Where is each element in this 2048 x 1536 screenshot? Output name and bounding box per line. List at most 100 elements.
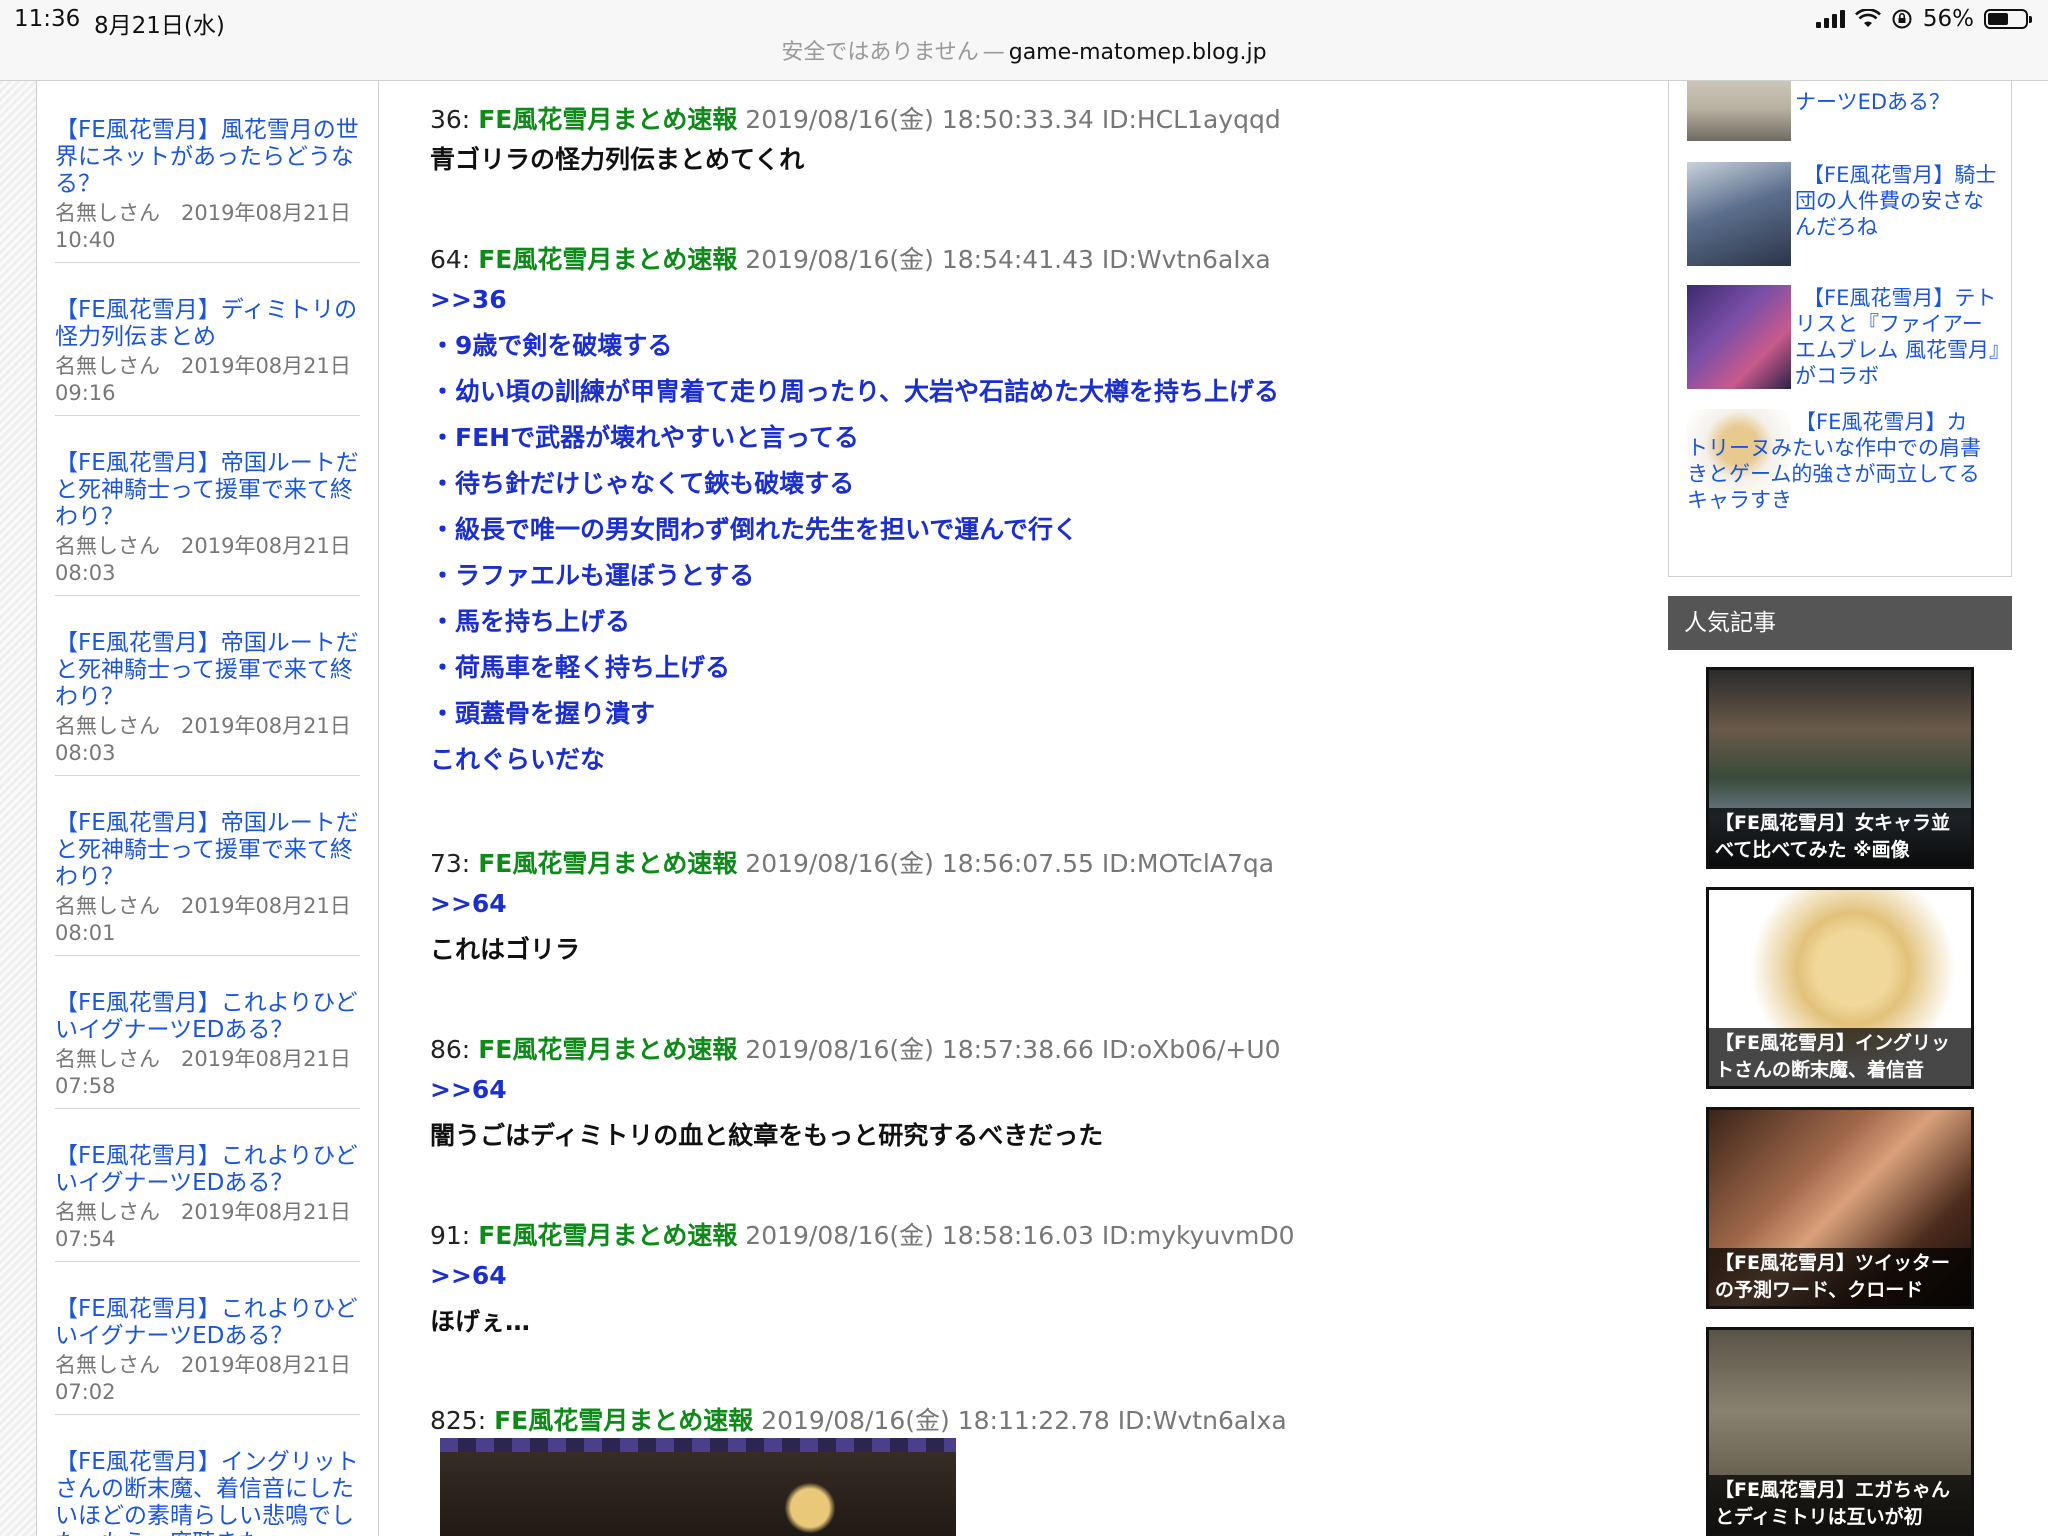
- recent-article-link[interactable]: 【FE風花雪月】テトリスと『ファイアーエムブレム 風花雪月』がコラボ: [1795, 285, 2001, 389]
- poster-name: FE風花雪月まとめ速報: [478, 1221, 738, 1250]
- battery-fill: [1988, 13, 2008, 25]
- insecure-warning: 安全ではありません: [781, 40, 979, 65]
- post-text-line: ・馬を持ち上げる: [430, 607, 631, 636]
- post-image[interactable]: [440, 1438, 956, 1536]
- sidebar-article[interactable]: 【FE風花雪月】これよりひどいイグナーツEDある？ 名無しさん 2019年08月2…: [55, 1109, 360, 1262]
- sidebar-article[interactable]: 【FE風花雪月】ディミトリの怪力列伝まとめ 名無しさん 2019年08月21日 0…: [55, 263, 360, 416]
- sidebar-article-meta: 名無しさん 2019年08月21日 07:58: [55, 1047, 351, 1098]
- thread-post: 36: FE風花雪月まとめ速報 2019/08/16(金) 18:50:33.3…: [430, 103, 1630, 183]
- post-text-line: これはゴリラ: [430, 935, 581, 964]
- popular-article-caption[interactable]: 【FE風花雪月】エガちゃんとディミトリは互いが初: [1709, 1475, 1971, 1533]
- battery-icon: [1984, 9, 2032, 29]
- status-time: 11:36: [14, 6, 81, 32]
- post-text-line: 闇うごはディミトリの血と紋章をもっと研究するべきだった: [430, 1121, 1104, 1150]
- thread-content: 36: FE風花雪月まとめ速報 2019/08/16(金) 18:50:33.3…: [430, 81, 1630, 1536]
- sidebar-article-meta: 名無しさん 2019年08月21日 08:03: [55, 534, 351, 585]
- post-text-line: ほげぇ…: [430, 1307, 531, 1336]
- poster-name: FE風花雪月まとめ速報: [478, 1035, 738, 1064]
- status-date: 8月21日(水): [94, 13, 225, 39]
- recent-articles-box: ナーツEDある？ 【FE風花雪月】騎士団の人件費の安さなんだろね 【FE風花雪月…: [1668, 81, 2012, 577]
- reply-anchor-link[interactable]: >>64: [430, 1253, 1630, 1299]
- sidebar-article-link[interactable]: 【FE風花雪月】これよりひどいイグナーツEDある？: [55, 990, 360, 1044]
- thread-post: 825: FE風花雪月まとめ速報 2019/08/16(金) 18:11:22.…: [430, 1404, 1630, 1536]
- sidebar-article-link[interactable]: 【FE風花雪月】風花雪月の世界にネットがあったらどうなる？: [55, 117, 360, 198]
- thread-post: 73: FE風花雪月まとめ速報 2019/08/16(金) 18:56:07.5…: [430, 847, 1630, 973]
- status-indicators: 56%: [1815, 6, 2032, 32]
- reply-anchor-link[interactable]: >>36: [430, 277, 1630, 323]
- sidebar-article-meta: 名無しさん 2019年08月21日 08:03: [55, 714, 351, 765]
- sidebar-article[interactable]: 【FE風花雪月】イングリットさんの断末魔、着信音にしたいほどの素晴らしい悲鳴でし…: [55, 1415, 360, 1536]
- popular-article-caption[interactable]: 【FE風花雪月】ツイッターの予測ワード、クロード: [1709, 1248, 1971, 1306]
- post-text-line: ・FEHで武器が壊れやすいと言ってる: [430, 423, 859, 452]
- article-thumbnail[interactable]: [1687, 81, 1791, 141]
- sidebar-article-link[interactable]: 【FE風花雪月】帝国ルートだと死神騎士って援軍で来て終わり？: [55, 810, 360, 891]
- sidebar-article-meta: 名無しさん 2019年08月21日 08:01: [55, 894, 351, 945]
- post-header: 825: FE風花雪月まとめ速報 2019/08/16(金) 18:11:22.…: [430, 1404, 1630, 1438]
- recent-article-link[interactable]: 【FE風花雪月】騎士団の人件費の安さなんだろね: [1795, 162, 2001, 240]
- sidebar-article[interactable]: 【FE風花雪月】これよりひどいイグナーツEDある？ 名無しさん 2019年08月2…: [55, 1262, 360, 1415]
- cellular-signal-icon: [1815, 10, 1845, 28]
- sidebar-article-link[interactable]: 【FE風花雪月】これよりひどいイグナーツEDある？: [55, 1296, 360, 1350]
- post-meta: 2019/08/16(金) 18:56:07.55 ID:MOTclA7qa: [745, 849, 1275, 878]
- sidebar-article-link[interactable]: 【FE風花雪月】これよりひどいイグナーツEDある？: [55, 1143, 360, 1197]
- thread-post: 64: FE風花雪月まとめ速報 2019/08/16(金) 18:54:41.4…: [430, 243, 1630, 783]
- article-thumbnail[interactable]: [1687, 285, 1791, 389]
- popular-article-card[interactable]: 【FE風花雪月】エガちゃんとディミトリは互いが初: [1706, 1327, 1974, 1536]
- battery-percent: 56%: [1922, 6, 1974, 32]
- sidebar-article[interactable]: 【FE風花雪月】風花雪月の世界にネットがあったらどうなる？ 名無しさん 2019年…: [55, 81, 360, 263]
- sidebar-article-link[interactable]: 【FE風花雪月】イングリットさんの断末魔、着信音にしたいほどの素晴らしい悲鳴でし…: [55, 1449, 360, 1536]
- popular-article-card[interactable]: 【FE風花雪月】ツイッターの予測ワード、クロード: [1706, 1107, 1974, 1309]
- popular-article-caption[interactable]: 【FE風花雪月】女キャラ並べて比べてみた ※画像: [1709, 808, 1971, 866]
- post-text-line: ・幼い頃の訓練が甲冑着て走り周ったり、大岩や石詰めた大樽を持ち上げる: [430, 377, 1280, 406]
- url-domain: game-matomep.blog.jp: [1008, 40, 1267, 65]
- post-text-line: ・ラファエルも運ぼうとする: [430, 561, 755, 590]
- post-header: 64: FE風花雪月まとめ速報 2019/08/16(金) 18:54:41.4…: [430, 243, 1630, 277]
- wifi-icon: [1854, 9, 1881, 27]
- sidebar-article-link[interactable]: 【FE風花雪月】ディミトリの怪力列伝まとめ: [55, 297, 360, 351]
- url-separator: —: [982, 40, 1005, 65]
- recent-article-link[interactable]: 【FE風花雪月】カトリーヌみたいな作中での肩書きとゲーム的強さが両立してるキャラ…: [1687, 409, 1987, 513]
- sidebar-article-meta: 名無しさん 2019年08月21日 09:16: [55, 354, 351, 405]
- thread-post: 86: FE風花雪月まとめ速報 2019/08/16(金) 18:57:38.6…: [430, 1033, 1630, 1159]
- left-sidebar: 【FE風花雪月】風花雪月の世界にネットがあったらどうなる？ 名無しさん 2019年…: [37, 81, 379, 1536]
- post-number: 825:: [430, 1406, 487, 1435]
- sidebar-article[interactable]: 【FE風花雪月】帝国ルートだと死神騎士って援軍で来て終わり？ 名無しさん 2019…: [55, 776, 360, 956]
- right-sidebar: ナーツEDある？ 【FE風花雪月】騎士団の人件費の安さなんだろね 【FE風花雪月…: [1668, 81, 2012, 1536]
- popular-article-caption[interactable]: 【FE風花雪月】イングリットさんの断末魔、着信音: [1709, 1028, 1971, 1086]
- reply-anchor-link[interactable]: >>64: [430, 1067, 1630, 1113]
- poster-name: FE風花雪月まとめ速報: [478, 849, 738, 878]
- sidebar-article-meta: 名無しさん 2019年08月21日 07:02: [55, 1353, 351, 1404]
- post-number: 86:: [430, 1035, 471, 1064]
- post-text-line: これぐらいだな: [430, 745, 606, 774]
- post-header: 91: FE風花雪月まとめ速報 2019/08/16(金) 18:58:16.0…: [430, 1219, 1630, 1253]
- orientation-lock-icon: [1892, 9, 1912, 29]
- sidebar-article-meta: 名無しさん 2019年08月21日 10:40: [55, 201, 351, 252]
- post-meta: 2019/08/16(金) 18:50:33.34 ID:HCL1ayqqd: [745, 105, 1281, 134]
- post-text-line: ・9歳で剣を破壊する: [430, 331, 673, 360]
- poster-name: FE風花雪月まとめ速報: [478, 105, 738, 134]
- sidebar-article-link[interactable]: 【FE風花雪月】帝国ルートだと死神騎士って援軍で来て終わり？: [55, 450, 360, 531]
- popular-article-card[interactable]: 【FE風花雪月】女キャラ並べて比べてみた ※画像: [1706, 667, 1974, 869]
- post-number: 91:: [430, 1221, 471, 1250]
- sidebar-article[interactable]: 【FE風花雪月】これよりひどいイグナーツEDある？ 名無しさん 2019年08月2…: [55, 956, 360, 1109]
- post-meta: 2019/08/16(金) 18:57:38.66 ID:oXb06/+U0: [745, 1035, 1281, 1064]
- sidebar-article-link[interactable]: 【FE風花雪月】帝国ルートだと死神騎士って援軍で来て終わり？: [55, 630, 360, 711]
- post-number: 73:: [430, 849, 471, 878]
- post-text-line: 青ゴリラの怪力列伝まとめてくれ: [430, 145, 805, 174]
- post-header: 36: FE風花雪月まとめ速報 2019/08/16(金) 18:50:33.3…: [430, 103, 1630, 137]
- address-bar[interactable]: 安全ではありません — game-matomep.blog.jp: [0, 40, 2048, 81]
- post-header: 73: FE風花雪月まとめ速報 2019/08/16(金) 18:56:07.5…: [430, 847, 1630, 881]
- post-meta: 2019/08/16(金) 18:54:41.43 ID:Wvtn6aIxa: [745, 245, 1271, 274]
- post-number: 64:: [430, 245, 471, 274]
- popular-article-card[interactable]: 【FE風花雪月】イングリットさんの断末魔、着信音: [1706, 887, 1974, 1089]
- thread-post: 91: FE風花雪月まとめ速報 2019/08/16(金) 18:58:16.0…: [430, 1219, 1630, 1345]
- post-text-line: ・待ち針だけじゃなくて鋏も破壊する: [430, 469, 855, 498]
- recent-article-link[interactable]: ナーツEDある？: [1795, 89, 2001, 115]
- status-bar: 11:36 8月21日(水) 56%: [0, 0, 2048, 40]
- article-thumbnail[interactable]: [1687, 162, 1791, 266]
- post-text-line: ・級長で唯一の男女問わず倒れた先生を担いで運んで行く: [430, 515, 1079, 544]
- popular-articles-header: 人気記事: [1668, 596, 2012, 650]
- sidebar-article[interactable]: 【FE風花雪月】帝国ルートだと死神騎士って援軍で来て終わり？ 名無しさん 2019…: [55, 596, 360, 776]
- reply-anchor-link[interactable]: >>64: [430, 881, 1630, 927]
- sidebar-article[interactable]: 【FE風花雪月】帝国ルートだと死神騎士って援軍で来て終わり？ 名無しさん 2019…: [55, 416, 360, 596]
